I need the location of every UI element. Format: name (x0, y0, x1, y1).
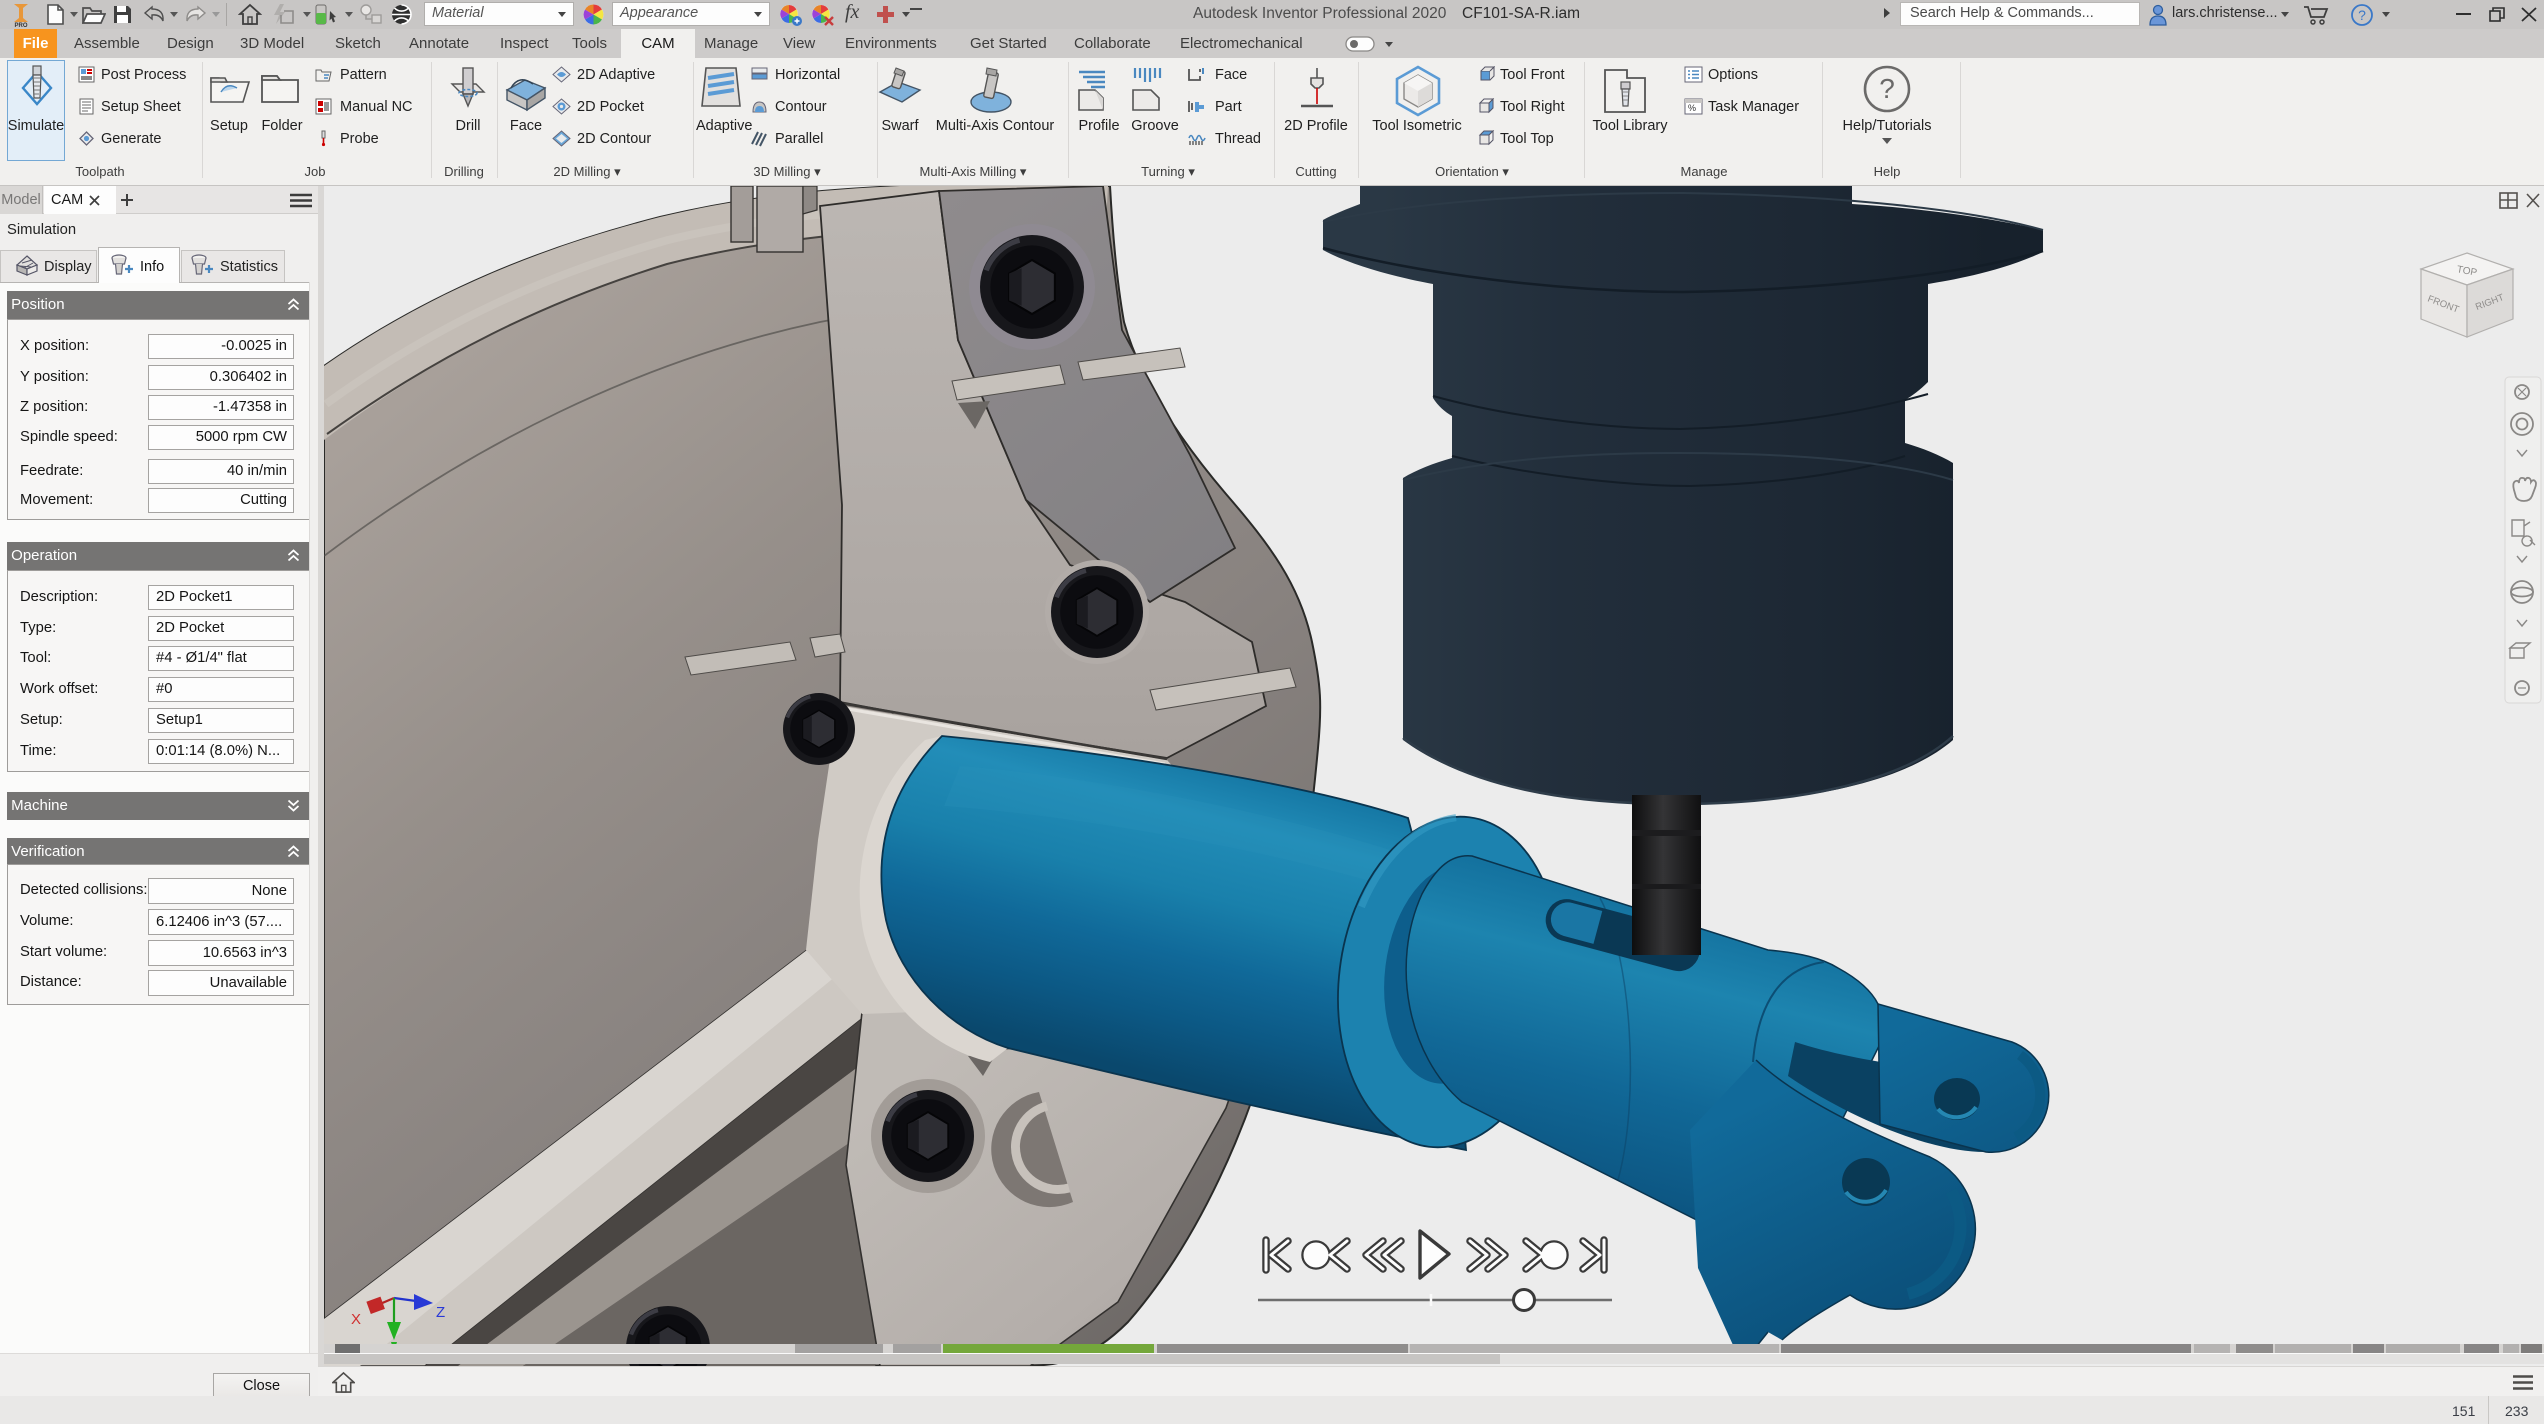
svg-text:X: X (351, 1311, 361, 1328)
svg-text:?: ? (2358, 7, 2366, 23)
svg-text:Z: Z (436, 1304, 445, 1321)
svg-text:PRO: PRO (14, 23, 27, 28)
svg-text:?: ? (1879, 73, 1895, 104)
svg-text:%: % (1688, 103, 1696, 113)
